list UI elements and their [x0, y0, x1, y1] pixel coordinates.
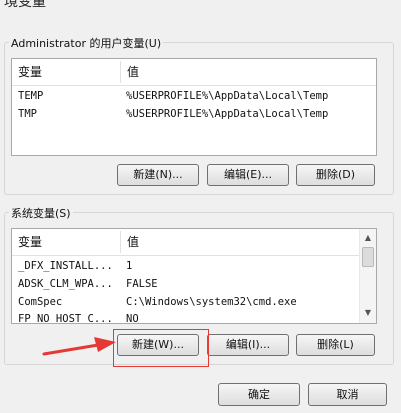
annotation-highlight-box	[113, 329, 209, 367]
system-variables-list[interactable]: 变量 值 _DFX_INSTALL... 1 ADSK_CLM_WPA... F…	[11, 228, 377, 324]
system-list-scrollbar[interactable]: ▲ ▼	[359, 229, 376, 323]
table-row[interactable]: ADSK_CLM_WPA... FALSE	[12, 275, 359, 293]
user-new-button[interactable]: 新建(N)...	[117, 164, 199, 186]
system-variables-label: 系统变量(S)	[9, 205, 73, 221]
variable-value-cell: %USERPROFILE%\AppData\Local\Temp	[126, 108, 329, 120]
table-row[interactable]: ComSpec C:\Windows\system32\cmd.exe	[12, 293, 359, 311]
variable-value-cell: NO	[126, 313, 139, 324]
variable-name-cell: TMP	[18, 108, 37, 120]
column-header-value[interactable]: 值	[121, 59, 376, 85]
variable-name-cell: _DFX_INSTALL...	[18, 260, 113, 272]
variable-value-cell: %USERPROFILE%\AppData\Local\Temp	[126, 90, 329, 102]
variable-value-cell: 1	[126, 260, 133, 272]
column-header-variable[interactable]: 变量	[12, 59, 120, 85]
red-arrow-icon	[42, 337, 116, 356]
user-delete-button[interactable]: 删除(D)	[296, 164, 375, 186]
scrollbar-thumb[interactable]	[362, 247, 374, 267]
user-variables-label: Administrator 的用户变量(U)	[9, 35, 164, 51]
table-row[interactable]: TEMP %USERPROFILE%\AppData\Local\Temp	[12, 87, 376, 105]
user-list-header: 变量 值	[12, 59, 376, 86]
user-edit-button[interactable]: 编辑(E)...	[207, 164, 289, 186]
window-title-bar: 境变量	[0, 0, 401, 12]
column-header-variable[interactable]: 变量	[12, 229, 120, 255]
system-edit-button[interactable]: 编辑(I)...	[207, 334, 289, 356]
variable-name-cell: ComSpec	[18, 296, 63, 308]
cancel-button[interactable]: 取消	[308, 383, 387, 406]
system-delete-button[interactable]: 删除(L)	[296, 334, 375, 356]
variable-value-cell: C:\Windows\system32\cmd.exe	[126, 296, 297, 308]
scroll-up-icon[interactable]: ▲	[360, 230, 376, 246]
column-header-value[interactable]: 值	[121, 229, 359, 255]
variable-name-cell: FP_NO_HOST_C...	[18, 313, 113, 324]
table-row[interactable]: FP_NO_HOST_C... NO	[12, 310, 359, 324]
variable-value-cell: FALSE	[126, 278, 158, 290]
variable-name-cell: TEMP	[18, 90, 44, 102]
ok-button[interactable]: 确定	[218, 383, 300, 406]
table-row[interactable]: _DFX_INSTALL... 1	[12, 257, 359, 275]
user-variables-list[interactable]: 变量 值 TEMP %USERPROFILE%\AppData\Local\Te…	[11, 58, 377, 156]
system-list-header: 变量 值	[12, 229, 359, 256]
window-title: 境变量	[4, 0, 46, 10]
scroll-down-icon[interactable]: ▼	[360, 305, 376, 321]
variable-name-cell: ADSK_CLM_WPA...	[18, 278, 113, 290]
table-row[interactable]: TMP %USERPROFILE%\AppData\Local\Temp	[12, 105, 376, 123]
